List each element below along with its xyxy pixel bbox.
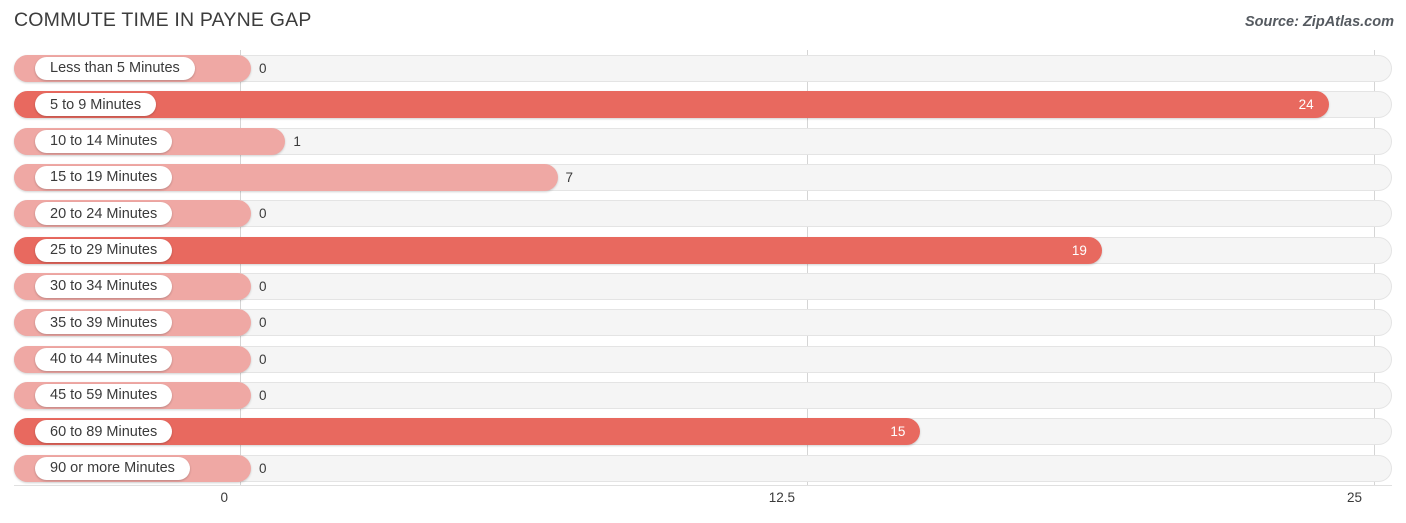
bar-value-label: 1: [293, 133, 301, 149]
category-label-pill: 90 or more Minutes: [35, 456, 190, 480]
source-attribution: Source: ZipAtlas.com: [1244, 14, 1394, 30]
bar-row[interactable]: 45 to 59 Minutes 0: [14, 381, 1392, 409]
bar-row[interactable]: 25 to 29 Minutes 19: [14, 236, 1392, 264]
category-label: 45 to 59 Minutes: [50, 387, 158, 404]
category-label: 35 to 39 Minutes: [50, 314, 158, 331]
bar-value-label: 24: [1298, 97, 1314, 113]
category-label-pill: 40 to 44 Minutes: [35, 347, 173, 371]
category-label-pill: 30 to 34 Minutes: [35, 274, 173, 298]
bar-value-label: 0: [259, 315, 267, 331]
page-title: COMMUTE TIME IN PAYNE GAP: [14, 9, 312, 31]
bar-row[interactable]: 90 or more Minutes 0: [14, 454, 1392, 482]
category-label: 25 to 29 Minutes: [50, 241, 158, 258]
bar-value-label: 0: [259, 278, 267, 294]
x-axis: 0 12.5 25: [0, 485, 1406, 523]
category-label-pill: 35 to 39 Minutes: [35, 311, 173, 335]
category-label: 90 or more Minutes: [50, 459, 175, 476]
bar-value-label: 0: [259, 351, 267, 367]
category-label-pill: 25 to 29 Minutes: [35, 238, 173, 262]
x-tick-label: 12.5: [768, 490, 795, 505]
bar-row[interactable]: 40 to 44 Minutes 0: [14, 345, 1392, 373]
bar-value-label: 19: [1071, 242, 1087, 258]
category-label: Less than 5 Minutes: [50, 60, 180, 77]
bar-row[interactable]: 10 to 14 Minutes 1: [14, 127, 1392, 155]
x-tick-label: 25: [1346, 490, 1362, 505]
category-label-pill: 10 to 14 Minutes: [35, 129, 173, 153]
x-tick-label: 0: [220, 490, 228, 505]
category-label-pill: 15 to 19 Minutes: [35, 165, 173, 189]
bar-value-label: 15: [890, 424, 906, 440]
bar-row[interactable]: Less than 5 Minutes 0: [14, 55, 1392, 82]
bar-row[interactable]: 60 to 89 Minutes 15: [14, 418, 1392, 446]
category-label-pill: 5 to 9 Minutes: [35, 93, 157, 117]
chart-root: COMMUTE TIME IN PAYNE GAP Source: ZipAtl…: [0, 0, 1406, 523]
category-label-pill: 45 to 59 Minutes: [35, 383, 173, 407]
axis-line: [14, 485, 1392, 486]
bar-row[interactable]: 5 to 9 Minutes 24: [14, 91, 1392, 119]
category-label: 30 to 34 Minutes: [50, 278, 158, 295]
bar-row[interactable]: 20 to 24 Minutes 0: [14, 200, 1392, 228]
bar-value-label: 0: [259, 460, 267, 476]
bar-value-label: 0: [259, 206, 267, 222]
category-label: 40 to 44 Minutes: [50, 350, 158, 367]
bar-row[interactable]: 15 to 19 Minutes 7: [14, 163, 1392, 191]
category-label: 5 to 9 Minutes: [50, 96, 142, 113]
category-label: 15 to 19 Minutes: [50, 169, 158, 186]
bar-row[interactable]: 35 to 39 Minutes 0: [14, 309, 1392, 337]
bar[interactable]: [14, 91, 1329, 119]
category-label: 20 to 24 Minutes: [50, 205, 158, 222]
category-label-pill: 60 to 89 Minutes: [35, 420, 173, 444]
plot-area: Less than 5 Minutes 0 5 to 9 Minutes 24 10 t…: [0, 50, 1406, 485]
category-label: 60 to 89 Minutes: [50, 423, 158, 440]
bar-value-label: 0: [259, 387, 267, 403]
category-label-pill: Less than 5 Minutes: [35, 57, 195, 80]
bar-value-label: 7: [565, 169, 574, 185]
category-label: 10 to 14 Minutes: [50, 132, 158, 149]
category-label-pill: 20 to 24 Minutes: [35, 202, 173, 226]
bar-value-label: 0: [259, 61, 267, 76]
bar[interactable]: [14, 236, 1102, 264]
bar-row[interactable]: 30 to 34 Minutes 0: [14, 272, 1392, 300]
